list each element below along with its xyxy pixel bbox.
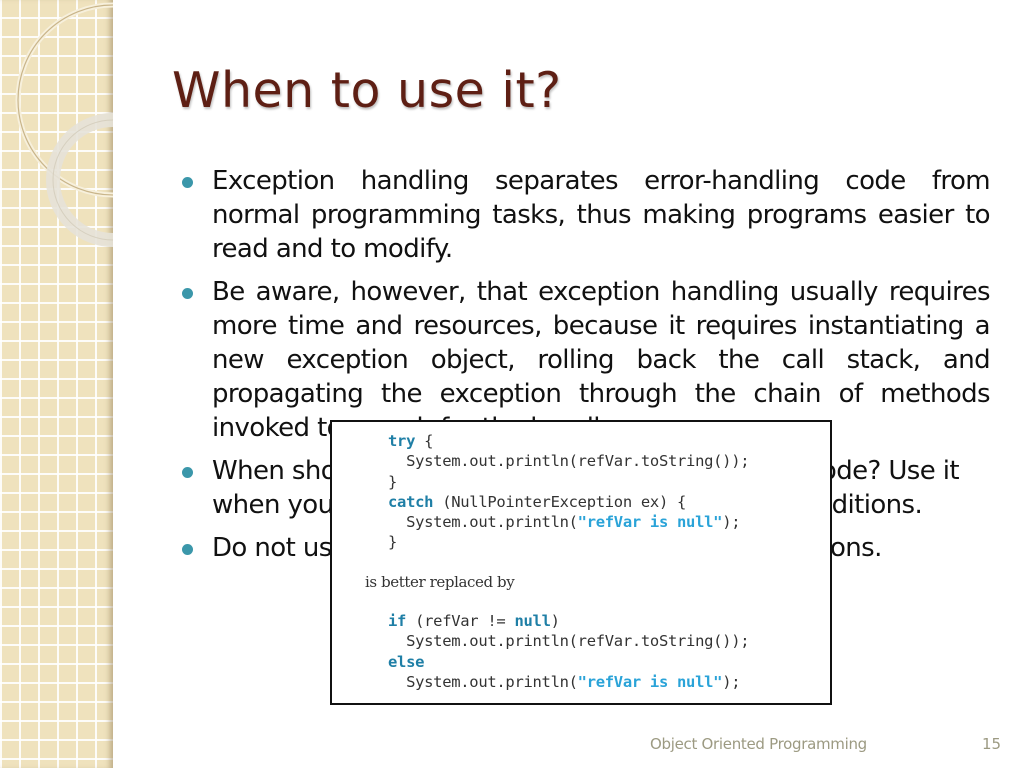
decorative-circles-icon — [15, 2, 113, 247]
code-text: ) — [550, 612, 560, 630]
bullet-text: Exception handling separates error-handl… — [212, 166, 991, 264]
bullet-icon — [182, 544, 193, 555]
footer-course-title: Object Oriented Programming — [650, 735, 867, 753]
code-text: System.out.println( — [388, 672, 578, 691]
code-keyword: null — [514, 612, 551, 630]
bullet-icon — [182, 177, 193, 188]
code-text: System.out.println( — [388, 513, 578, 532]
code-text: ); — [722, 513, 741, 532]
code-text: { — [415, 432, 434, 450]
code-string: "refVar is null" — [577, 513, 723, 532]
code-example-box: try { System.out.println(refVar.toString… — [330, 420, 832, 705]
bullet-icon — [182, 467, 193, 478]
code-keyword: if — [388, 612, 407, 630]
page-number: 15 — [982, 735, 1002, 753]
code-line: } — [388, 533, 398, 552]
bullet-item: Exception handling separates error-handl… — [182, 164, 991, 266]
code-string: "refVar is null" — [577, 672, 723, 691]
bullet-text: Be aware, however, that exception handli… — [212, 277, 991, 443]
if-else-code: if (refVar != null) System.out.println(r… — [388, 611, 750, 692]
code-text: ); — [722, 672, 741, 691]
code-keyword: catch — [388, 492, 434, 511]
bullet-icon — [182, 288, 193, 299]
decorative-sidebar — [0, 0, 113, 768]
code-keyword: else — [388, 652, 425, 671]
try-catch-code: try { System.out.println(refVar.toString… — [388, 431, 750, 553]
code-line: System.out.println(refVar.toString()); — [388, 632, 750, 651]
code-text: (refVar != — [406, 612, 515, 630]
code-line: System.out.println(refVar.toString()); — [388, 452, 750, 471]
code-line: } — [388, 472, 398, 491]
code-text: (NullPointerException ex) { — [433, 492, 687, 511]
slide-title: When to use it? — [172, 62, 562, 119]
code-caption: is better replaced by — [365, 573, 515, 591]
code-keyword: try — [388, 432, 416, 450]
